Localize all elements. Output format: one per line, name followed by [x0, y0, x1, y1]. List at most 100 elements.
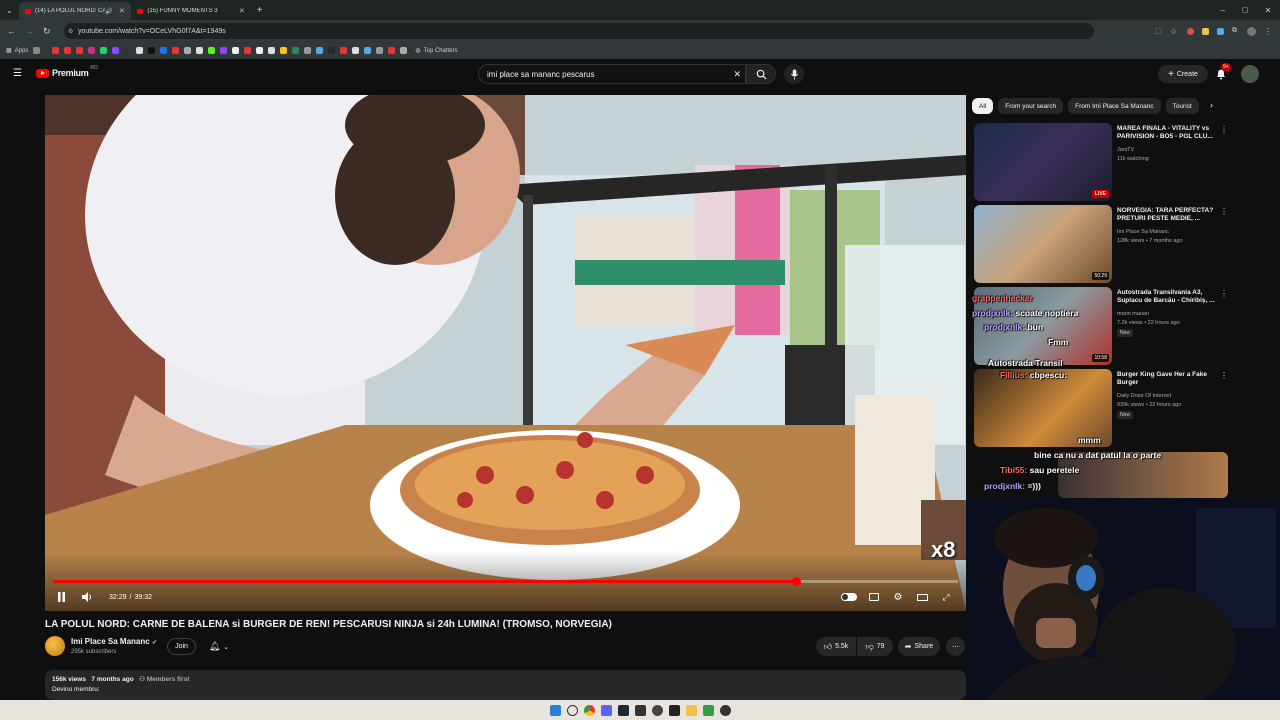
extension-icon[interactable]	[1217, 27, 1224, 35]
bookmark-star-icon[interactable]: ☆	[1170, 27, 1177, 36]
close-tab-icon[interactable]: ✕	[119, 7, 125, 15]
bookmark-icon[interactable]	[100, 47, 108, 54]
rec-more-icon[interactable]: ⋮	[1220, 371, 1228, 380]
chip-tourist[interactable]: Tourist	[1165, 98, 1199, 114]
bookmark-icon[interactable]	[33, 47, 41, 54]
bookmark-icon[interactable]	[112, 47, 120, 54]
bookmark-icon[interactable]	[388, 47, 396, 54]
subtitles-button[interactable]	[867, 590, 881, 604]
bookmark-icon[interactable]	[352, 47, 360, 54]
bookmark-icon[interactable]	[292, 47, 300, 54]
chrome-icon[interactable]	[583, 704, 595, 716]
minimize-window-icon[interactable]: –	[1212, 6, 1234, 15]
app-icon[interactable]	[702, 704, 714, 716]
obs-icon[interactable]	[719, 704, 731, 716]
bookmark-icon[interactable]	[220, 47, 228, 54]
tab-video-2[interactable]: (15) FUNNY MOMENTS 3 ✕	[131, 2, 251, 20]
bookmark-icon[interactable]	[172, 47, 180, 54]
address-bar[interactable]: ⚙ youtube.com/watch?v=OCeLVhG0f7A&t=1949…	[64, 23, 1094, 39]
bookmark-icon[interactable]	[316, 47, 324, 54]
menu-dots-icon[interactable]: ⋮	[1264, 27, 1272, 36]
more-actions-button[interactable]: ⋯	[946, 637, 965, 656]
channel-name[interactable]: Imi Place Sa Mananc ✔	[71, 637, 157, 646]
notifications-button[interactable]: 9+	[1214, 63, 1231, 81]
recommendation-item[interactable]: 50:29 NORVEGIA: TARA PERFECTA? PRETURI P…	[974, 205, 1228, 285]
autoplay-toggle[interactable]	[841, 593, 857, 601]
bookmark-icon[interactable]	[304, 47, 312, 54]
voice-search-button[interactable]	[784, 64, 804, 84]
bookmark-icon[interactable]	[400, 47, 408, 54]
rec-channel[interactable]: Imi Place Sa Mananc	[1117, 229, 1169, 235]
bookmark-icon[interactable]	[196, 47, 204, 54]
bookmark-icon[interactable]	[148, 47, 156, 54]
youtube-logo[interactable]: Premium RO	[36, 65, 98, 78]
bookmark-icon[interactable]	[208, 47, 216, 54]
bookmark-icon[interactable]	[244, 47, 252, 54]
channel-avatar[interactable]	[45, 636, 65, 656]
video-player[interactable]: x8 32:29 / 39:32 ⚙ ⤢	[45, 95, 966, 611]
top-chatters-bookmark[interactable]: Top Chatters	[424, 48, 458, 54]
bookmark-icon[interactable]	[160, 47, 168, 54]
search-button[interactable]	[746, 64, 776, 84]
chip-all[interactable]: All	[972, 98, 994, 114]
install-icon[interactable]: ⬚	[1155, 27, 1162, 35]
tab-video-1[interactable]: (14) LA POLUL NORD: CAR 🔊 ✕	[18, 2, 131, 20]
rec-channel[interactable]: marin marian	[1117, 311, 1149, 317]
bookmark-icon[interactable]	[52, 47, 60, 54]
bookmark-icon[interactable]	[364, 47, 372, 54]
puzzle-extensions-icon[interactable]: ⧉	[1232, 27, 1237, 35]
app-icon[interactable]	[651, 704, 663, 716]
back-icon[interactable]: ←	[7, 26, 16, 36]
terminal-icon[interactable]	[634, 704, 646, 716]
reload-icon[interactable]: ↻	[43, 26, 51, 37]
account-avatar[interactable]	[1241, 65, 1259, 83]
chips-next-chevron-icon[interactable]: ›	[1210, 100, 1213, 110]
pause-button[interactable]	[54, 590, 68, 604]
dislike-button[interactable]: 👎︎ 79	[857, 637, 893, 656]
apps-bookmark[interactable]: Apps	[15, 48, 29, 54]
rec-more-icon[interactable]: ⋮	[1220, 289, 1228, 298]
extension-icon[interactable]	[1187, 27, 1194, 35]
bookmark-icon[interactable]	[280, 47, 288, 54]
bookmark-icon[interactable]	[124, 47, 132, 54]
rec-more-icon[interactable]: ⋮	[1220, 207, 1228, 216]
discord-icon[interactable]	[600, 704, 612, 716]
close-window-icon[interactable]: ✕	[1256, 6, 1280, 15]
clear-search-icon[interactable]: ✕	[733, 69, 741, 80]
bookmark-icon[interactable]	[88, 47, 96, 54]
search-taskbar-icon[interactable]	[566, 704, 578, 716]
progress-bar[interactable]	[53, 577, 958, 586]
bookmark-icon[interactable]	[268, 47, 276, 54]
description-box[interactable]: 156k views 7 months ago ⚇ Members first …	[45, 670, 966, 700]
site-info-icon[interactable]: ⚙	[68, 28, 73, 35]
chip-from-search[interactable]: From your search	[998, 98, 1064, 114]
settings-button[interactable]: ⚙	[891, 590, 905, 604]
app-icon[interactable]	[668, 704, 680, 716]
forward-icon[interactable]: →	[25, 26, 34, 36]
join-button[interactable]: Join	[167, 638, 196, 655]
theater-mode-button[interactable]	[915, 590, 929, 604]
start-menu-icon[interactable]	[549, 704, 561, 716]
rec-channel[interactable]: Daily Dose Of Internet	[1117, 393, 1171, 399]
tab-search-icon[interactable]: ⌄	[6, 6, 13, 15]
search-input[interactable]: imi place sa mananc pescarus ✕	[478, 64, 746, 84]
like-button[interactable]: 👍︎ 5.5k	[816, 637, 856, 656]
apps-grid-icon[interactable]: ▦	[6, 47, 12, 54]
new-tab-button[interactable]: +	[257, 5, 263, 16]
create-button[interactable]: + Create	[1158, 65, 1208, 83]
extension-icon[interactable]	[1202, 27, 1209, 35]
share-button[interactable]: ➦ Share	[898, 637, 940, 656]
subscribed-bell-button[interactable]: 🔔︎ ⌄	[202, 637, 236, 656]
bookmark-icon[interactable]	[376, 47, 384, 54]
steam-icon[interactable]	[617, 704, 629, 716]
hamburger-menu-icon[interactable]: ☰	[13, 68, 22, 79]
maximize-window-icon[interactable]: ▢	[1234, 6, 1256, 14]
folder-icon[interactable]	[685, 704, 697, 716]
volume-button[interactable]	[80, 590, 94, 604]
profile-avatar[interactable]	[1247, 26, 1256, 36]
bookmark-icon[interactable]	[328, 47, 336, 54]
progress-scrubber-handle[interactable]	[792, 577, 802, 586]
close-tab-icon[interactable]: ✕	[239, 7, 245, 15]
bookmark-icon[interactable]	[256, 47, 264, 54]
recommendation-item[interactable]: LIVE MAREA FINALA - VITALITY vs PARIVISI…	[974, 123, 1228, 203]
